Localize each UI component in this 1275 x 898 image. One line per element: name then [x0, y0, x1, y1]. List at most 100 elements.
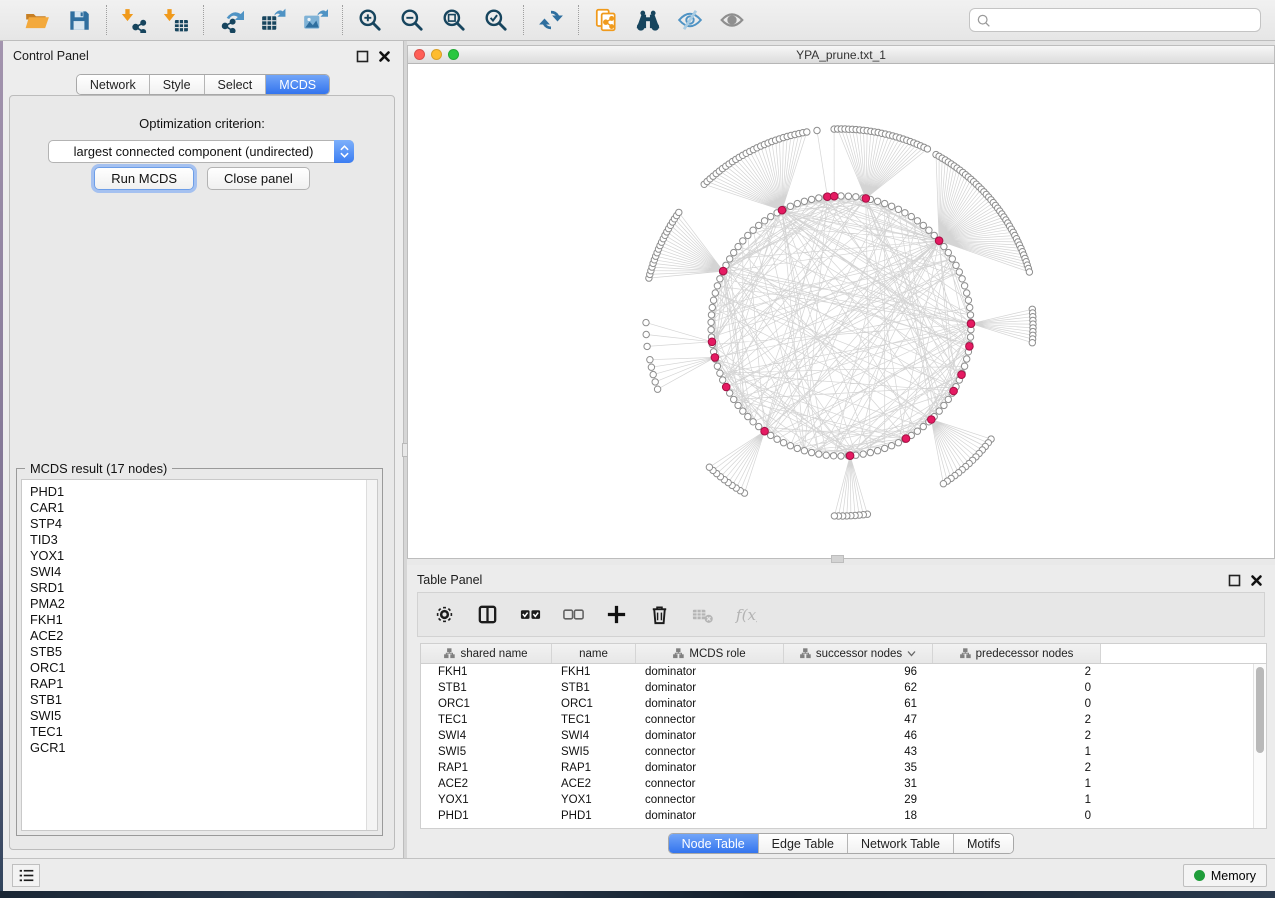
cell: 47 — [784, 712, 933, 728]
tab-edge-table[interactable]: Edge Table — [759, 834, 848, 853]
table-row[interactable]: SWI5SWI5connector431 — [421, 744, 1266, 760]
delete-column-icon — [648, 603, 671, 626]
add-column-button[interactable] — [604, 602, 630, 628]
mcds-result-scrollbar[interactable] — [366, 480, 377, 830]
table-row[interactable]: TEC1TEC1connector472 — [421, 712, 1266, 728]
mcds-result-node[interactable]: CAR1 — [30, 500, 361, 516]
import-network-button[interactable] — [119, 5, 149, 35]
column-header-predecessor-nodes[interactable]: predecessor nodes — [933, 644, 1101, 663]
run-mcds-button[interactable]: Run MCDS — [94, 167, 194, 190]
mcds-result-node[interactable]: PHD1 — [30, 484, 361, 500]
network-window: YPA_prune.txt_1 — [407, 45, 1275, 559]
zoom-fit-button[interactable] — [439, 5, 469, 35]
cell: 0 — [933, 696, 1101, 712]
refresh-view-button[interactable] — [536, 5, 566, 35]
save-session-button[interactable] — [64, 5, 94, 35]
zoom-in-button[interactable] — [355, 5, 385, 35]
mcds-result-node[interactable]: STB5 — [30, 644, 361, 660]
table-row[interactable]: RAP1RAP1dominator352 — [421, 760, 1266, 776]
zoom-out-button[interactable] — [397, 5, 427, 35]
export-network-button[interactable] — [216, 5, 246, 35]
settings-button[interactable] — [432, 602, 458, 628]
table-row[interactable]: FKH1FKH1dominator962 — [421, 664, 1266, 680]
cell: ORC1 — [552, 696, 636, 712]
add-column-icon — [605, 603, 628, 626]
table-panel-float-button[interactable] — [1225, 572, 1243, 588]
export-table-icon — [260, 7, 286, 33]
show-columns-button[interactable] — [475, 602, 501, 628]
table-row[interactable]: ACE2ACE2connector311 — [421, 776, 1266, 792]
mcds-result-node[interactable]: SWI4 — [30, 564, 361, 580]
search-network-icon — [635, 7, 661, 33]
tab-select[interactable]: Select — [205, 75, 267, 94]
mcds-result-node[interactable]: SWI5 — [30, 708, 361, 724]
search-network-button[interactable] — [633, 5, 663, 35]
control-panel-float-button[interactable] — [353, 48, 371, 64]
table-row[interactable]: STB1STB1dominator620 — [421, 680, 1266, 696]
mcds-result-node[interactable]: TEC1 — [30, 724, 361, 740]
application-window: Control Panel NetworkStyleSelectMCDS Opt… — [0, 0, 1275, 898]
cell: 2 — [933, 712, 1101, 728]
clone-network-button[interactable] — [591, 5, 621, 35]
mcds-result-node[interactable]: ORC1 — [30, 660, 361, 676]
column-header-successor-nodes[interactable]: successor nodes — [784, 644, 933, 663]
mcds-result-list[interactable]: PHD1CAR1STP4TID3YOX1SWI4SRD1PMA2FKH1ACE2… — [21, 479, 378, 831]
hide-selected-button[interactable] — [675, 5, 705, 35]
mcds-result-node[interactable]: TID3 — [30, 532, 361, 548]
mcds-result-node[interactable]: GCR1 — [30, 740, 361, 756]
tab-mcds[interactable]: MCDS — [266, 75, 329, 94]
mcds-result-node[interactable]: RAP1 — [30, 676, 361, 692]
cell: dominator — [636, 760, 784, 776]
open-file-button[interactable] — [22, 5, 52, 35]
table-panel-close-button[interactable] — [1247, 572, 1265, 588]
cell: dominator — [636, 664, 784, 680]
table-row[interactable]: SWI4SWI4dominator462 — [421, 728, 1266, 744]
cell: 35 — [784, 760, 933, 776]
column-header-shared-name[interactable]: shared name — [421, 644, 552, 663]
tab-style[interactable]: Style — [150, 75, 205, 94]
table-row[interactable]: PHD1PHD1dominator180 — [421, 808, 1266, 824]
column-header-name[interactable]: name — [552, 644, 636, 663]
mcds-result-node[interactable]: PMA2 — [30, 596, 361, 612]
mcds-result-node[interactable]: FKH1 — [30, 612, 361, 628]
mcds-result-node[interactable]: STB1 — [30, 692, 361, 708]
table-scrollbar-thumb[interactable] — [1256, 667, 1264, 753]
tab-node-table[interactable]: Node Table — [669, 834, 759, 853]
delete-column-button[interactable] — [647, 602, 673, 628]
mcds-result-node[interactable]: ACE2 — [30, 628, 361, 644]
select-all-rows-button[interactable] — [518, 602, 544, 628]
table-scrollbar[interactable] — [1253, 664, 1266, 828]
network-canvas[interactable] — [408, 64, 1274, 558]
cell: PHD1 — [552, 808, 636, 824]
mcds-result-node[interactable]: SRD1 — [30, 580, 361, 596]
search-box[interactable] — [969, 8, 1261, 32]
mcds-result-node[interactable]: YOX1 — [30, 548, 361, 564]
export-table-button[interactable] — [258, 5, 288, 35]
tab-motifs[interactable]: Motifs — [954, 834, 1013, 853]
horizontal-resize-grip[interactable] — [831, 555, 844, 563]
cell: SWI5 — [421, 744, 552, 760]
tab-network-table[interactable]: Network Table — [848, 834, 954, 853]
search-input[interactable] — [991, 10, 1254, 30]
hierarchy-icon — [800, 648, 811, 659]
import-table-button[interactable] — [161, 5, 191, 35]
cell: SWI4 — [552, 728, 636, 744]
network-window-titlebar[interactable]: YPA_prune.txt_1 — [408, 46, 1274, 64]
tab-network[interactable]: Network — [77, 75, 150, 94]
function-builder-button: f(x) — [733, 602, 759, 628]
memory-button[interactable]: Memory — [1183, 864, 1267, 887]
deselect-all-rows-button[interactable] — [561, 602, 587, 628]
show-hidden-button[interactable] — [717, 5, 747, 35]
mcds-result-node[interactable]: STP4 — [30, 516, 361, 532]
close-panel-button[interactable]: Close panel — [207, 167, 310, 190]
table-row[interactable]: ORC1ORC1dominator610 — [421, 696, 1266, 712]
optimization-criterion-select[interactable]: largest connected component (undirected) — [48, 140, 354, 163]
cell: 29 — [784, 792, 933, 808]
column-header-MCDS-role[interactable]: MCDS role — [636, 644, 784, 663]
task-history-button[interactable] — [12, 864, 40, 887]
zoom-selected-button[interactable] — [481, 5, 511, 35]
cell: SWI5 — [552, 744, 636, 760]
control-panel-close-button[interactable] — [375, 48, 393, 64]
export-image-button[interactable] — [300, 5, 330, 35]
table-row[interactable]: YOX1YOX1connector291 — [421, 792, 1266, 808]
